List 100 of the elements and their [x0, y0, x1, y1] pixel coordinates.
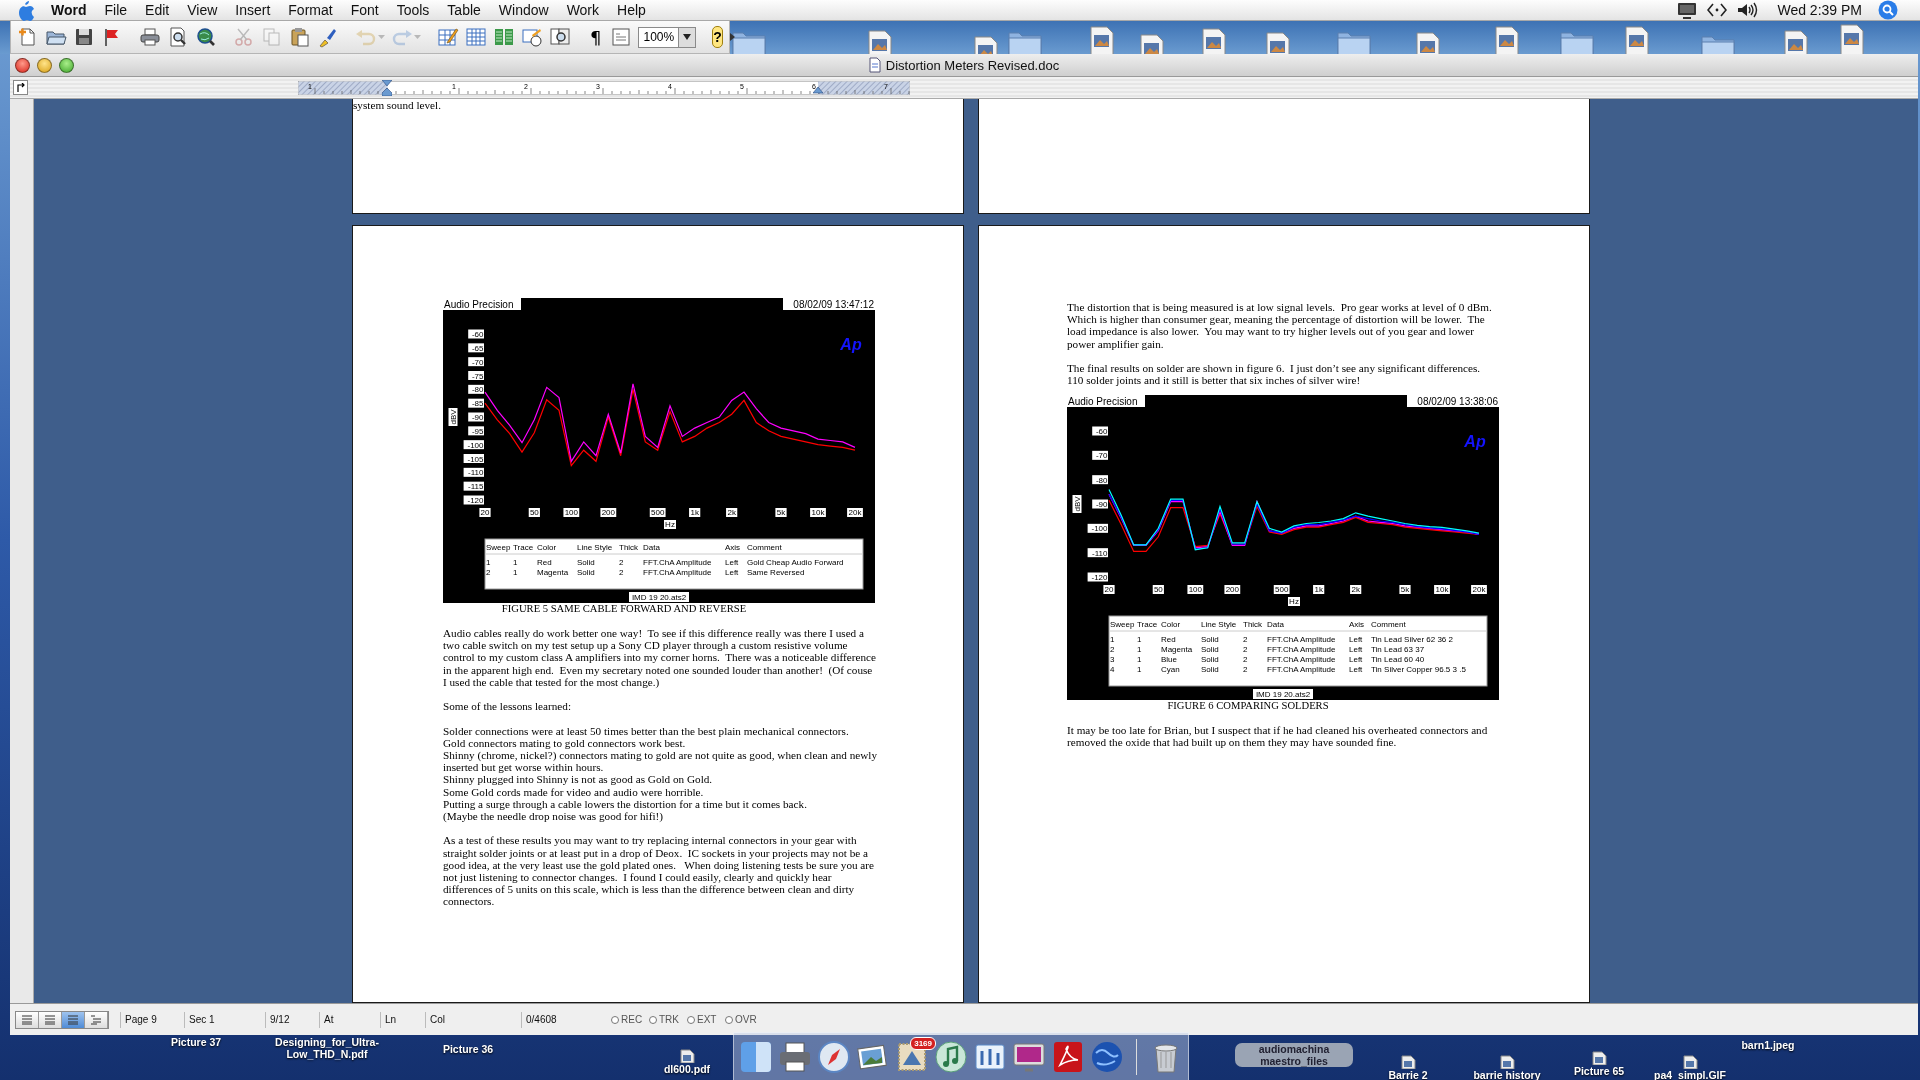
desktop-icon-label[interactable]: audiomachina maestro_files: [1235, 1043, 1353, 1067]
menu-item[interactable]: Word: [42, 2, 96, 18]
table-cell: Solid: [577, 568, 595, 577]
table-cell: Solid: [1201, 644, 1219, 654]
file-label: IMD 19 20.ats2: [1253, 688, 1313, 699]
column-header: Trace: [513, 543, 534, 552]
desktop-icon-label[interactable]: Barrie 2: [1385, 1069, 1431, 1080]
search-icon[interactable]: [1878, 0, 1898, 20]
menu-item[interactable]: Window: [489, 2, 558, 18]
more-arrow-icon[interactable]: [728, 32, 736, 42]
view-button[interactable]: [39, 1011, 62, 1028]
table-cell: Left: [1349, 634, 1363, 644]
axis-tick-label: -85: [468, 398, 484, 409]
clock[interactable]: Wed 2:39 PM: [1777, 2, 1862, 18]
globe-icon[interactable]: [1089, 1039, 1125, 1075]
file-icon[interactable]: [1590, 1051, 1608, 1065]
table-cell: 1: [1137, 644, 1142, 654]
text-box-icon[interactable]: [610, 26, 633, 48]
axis-tick-label: -80: [468, 384, 484, 395]
axis-title: dBV: [1072, 494, 1082, 513]
display-icon[interactable]: [1677, 1, 1698, 19]
axis-tick-label: -100: [463, 440, 484, 450]
desktop-icon-label[interactable]: Picture 65: [1570, 1065, 1628, 1077]
column-header: Sweep: [1110, 619, 1135, 629]
paragraph: Shinny plugged into Shinny is not as good as Gold on Gold.: [443, 773, 714, 786]
file-icon[interactable]: [678, 1049, 696, 1063]
view-button[interactable]: [16, 1011, 39, 1028]
drawing-icon[interactable]: [521, 26, 543, 48]
compass-icon[interactable]: [816, 1039, 852, 1075]
notification-badge: 3169: [910, 1037, 936, 1050]
axis-title: Hz: [1288, 596, 1300, 606]
desktop-icon-label[interactable]: dl600.pdf: [660, 1063, 714, 1075]
desktop-icon-label[interactable]: barn1.jpeg: [1738, 1039, 1798, 1051]
paragraph: Audio cables really do work better one way! To see if this difference really was there I used a two cable switch on my test setup up a Sony CD player through a custom resistive volume control to my custom class A amplifiers into my corner horns. There was a noticeable difference in the apparent high end. Even my secretary noted one sounded louder than another! (Of couse I used the cable that tested for the most change.): [443, 627, 877, 688]
table-cell: Same Reversed: [747, 568, 805, 577]
paintbrush-icon[interactable]: [317, 26, 339, 48]
show-formatting-button[interactable]: ¶: [587, 26, 605, 48]
zoom-dropdown[interactable]: 100%: [638, 26, 697, 48]
volume-icon[interactable]: [1737, 1, 1760, 19]
column-header: Line Style: [577, 543, 613, 552]
tab-selector-button[interactable]: [13, 80, 28, 95]
menu-item[interactable]: Help: [608, 2, 655, 18]
file-label: IMD 19 20.ats2: [629, 592, 689, 602]
axis-tick-label: 5k: [1399, 584, 1411, 594]
desktop-icon-label[interactable]: Picture 37: [167, 1036, 225, 1048]
menu-item[interactable]: Font: [341, 2, 388, 18]
view-icon: [90, 1014, 102, 1025]
desktop-icon-label[interactable]: Picture 36: [439, 1043, 497, 1055]
close-button[interactable]: [15, 57, 30, 73]
file-icon[interactable]: [1399, 1055, 1417, 1069]
music-disc-icon[interactable]: [933, 1039, 969, 1075]
table-icon[interactable]: [465, 26, 487, 48]
zoom-button[interactable]: [59, 57, 74, 73]
network-icon[interactable]: [1707, 1, 1728, 19]
view-button[interactable]: [85, 1011, 108, 1028]
mode-indicator[interactable]: REC: [611, 1014, 649, 1025]
table-cell: Solid: [1201, 654, 1219, 664]
menu-item[interactable]: Edit: [136, 2, 179, 18]
clipboard-icon[interactable]: [289, 26, 311, 48]
axis-tick-label: 10k: [810, 508, 826, 517]
table-cell: Left: [725, 558, 739, 567]
menu-item[interactable]: Table: [438, 2, 490, 18]
indent-marker-icon[interactable]: [382, 80, 392, 96]
menu-item[interactable]: Tools: [387, 2, 439, 18]
desktop-icon-label[interactable]: Designing_for_Ultra-Low_THD_N.pdf: [268, 1036, 386, 1060]
column-header: Comment: [747, 543, 782, 552]
table-cell: 1: [1137, 654, 1142, 664]
axis-tick-label: 100: [1187, 584, 1204, 594]
printer-icon[interactable]: [777, 1039, 813, 1075]
file-icon[interactable]: [1681, 1055, 1699, 1069]
table-cell: 2: [1243, 634, 1248, 644]
axis-tick-label: -90: [468, 412, 484, 422]
mode-indicator[interactable]: OVR: [725, 1014, 763, 1025]
paragraph: (Maybe the needle drop noise was good for hifi!): [443, 810, 664, 823]
minimize-button[interactable]: [37, 57, 52, 73]
table-cell: 4: [1110, 664, 1115, 674]
axis-tick-label: 1k: [689, 508, 701, 517]
paragraph: The final results on solder are shown in figure 6. I just don’t see any significant differences. 110 solder joints and it still is better that six inches of silver wire!: [1067, 362, 1482, 387]
help-button[interactable]: ?: [712, 26, 723, 48]
columns-icon[interactable]: [493, 26, 515, 48]
logo-text: Ap: [1464, 432, 1486, 450]
menu-item[interactable]: Format: [279, 2, 342, 18]
printer-icon[interactable]: [139, 26, 161, 48]
axis-tick-label: -60: [1092, 426, 1108, 436]
menu-item[interactable]: Work: [557, 2, 609, 18]
axis-tick-label: 20k: [1471, 584, 1487, 594]
mode-indicator[interactable]: TRK: [649, 1014, 687, 1025]
mode-indicator[interactable]: EXT: [687, 1014, 725, 1025]
menu-item[interactable]: View: [178, 2, 227, 18]
table-cell: Tin Lead 60 40: [1371, 654, 1425, 664]
indent-marker-icon[interactable]: [813, 87, 823, 94]
menu-item[interactable]: Insert: [226, 2, 280, 18]
table-pencil-icon[interactable]: [437, 26, 459, 48]
menu-item[interactable]: File: [95, 2, 137, 18]
axis-tick-label: -70: [1092, 450, 1108, 460]
view-button[interactable]: [62, 1011, 85, 1028]
file-icon[interactable]: [1498, 1055, 1516, 1069]
axis-tick-label: -80: [1092, 474, 1108, 485]
document-map-icon[interactable]: [549, 26, 571, 48]
globe-magnifier-icon[interactable]: [195, 26, 217, 48]
